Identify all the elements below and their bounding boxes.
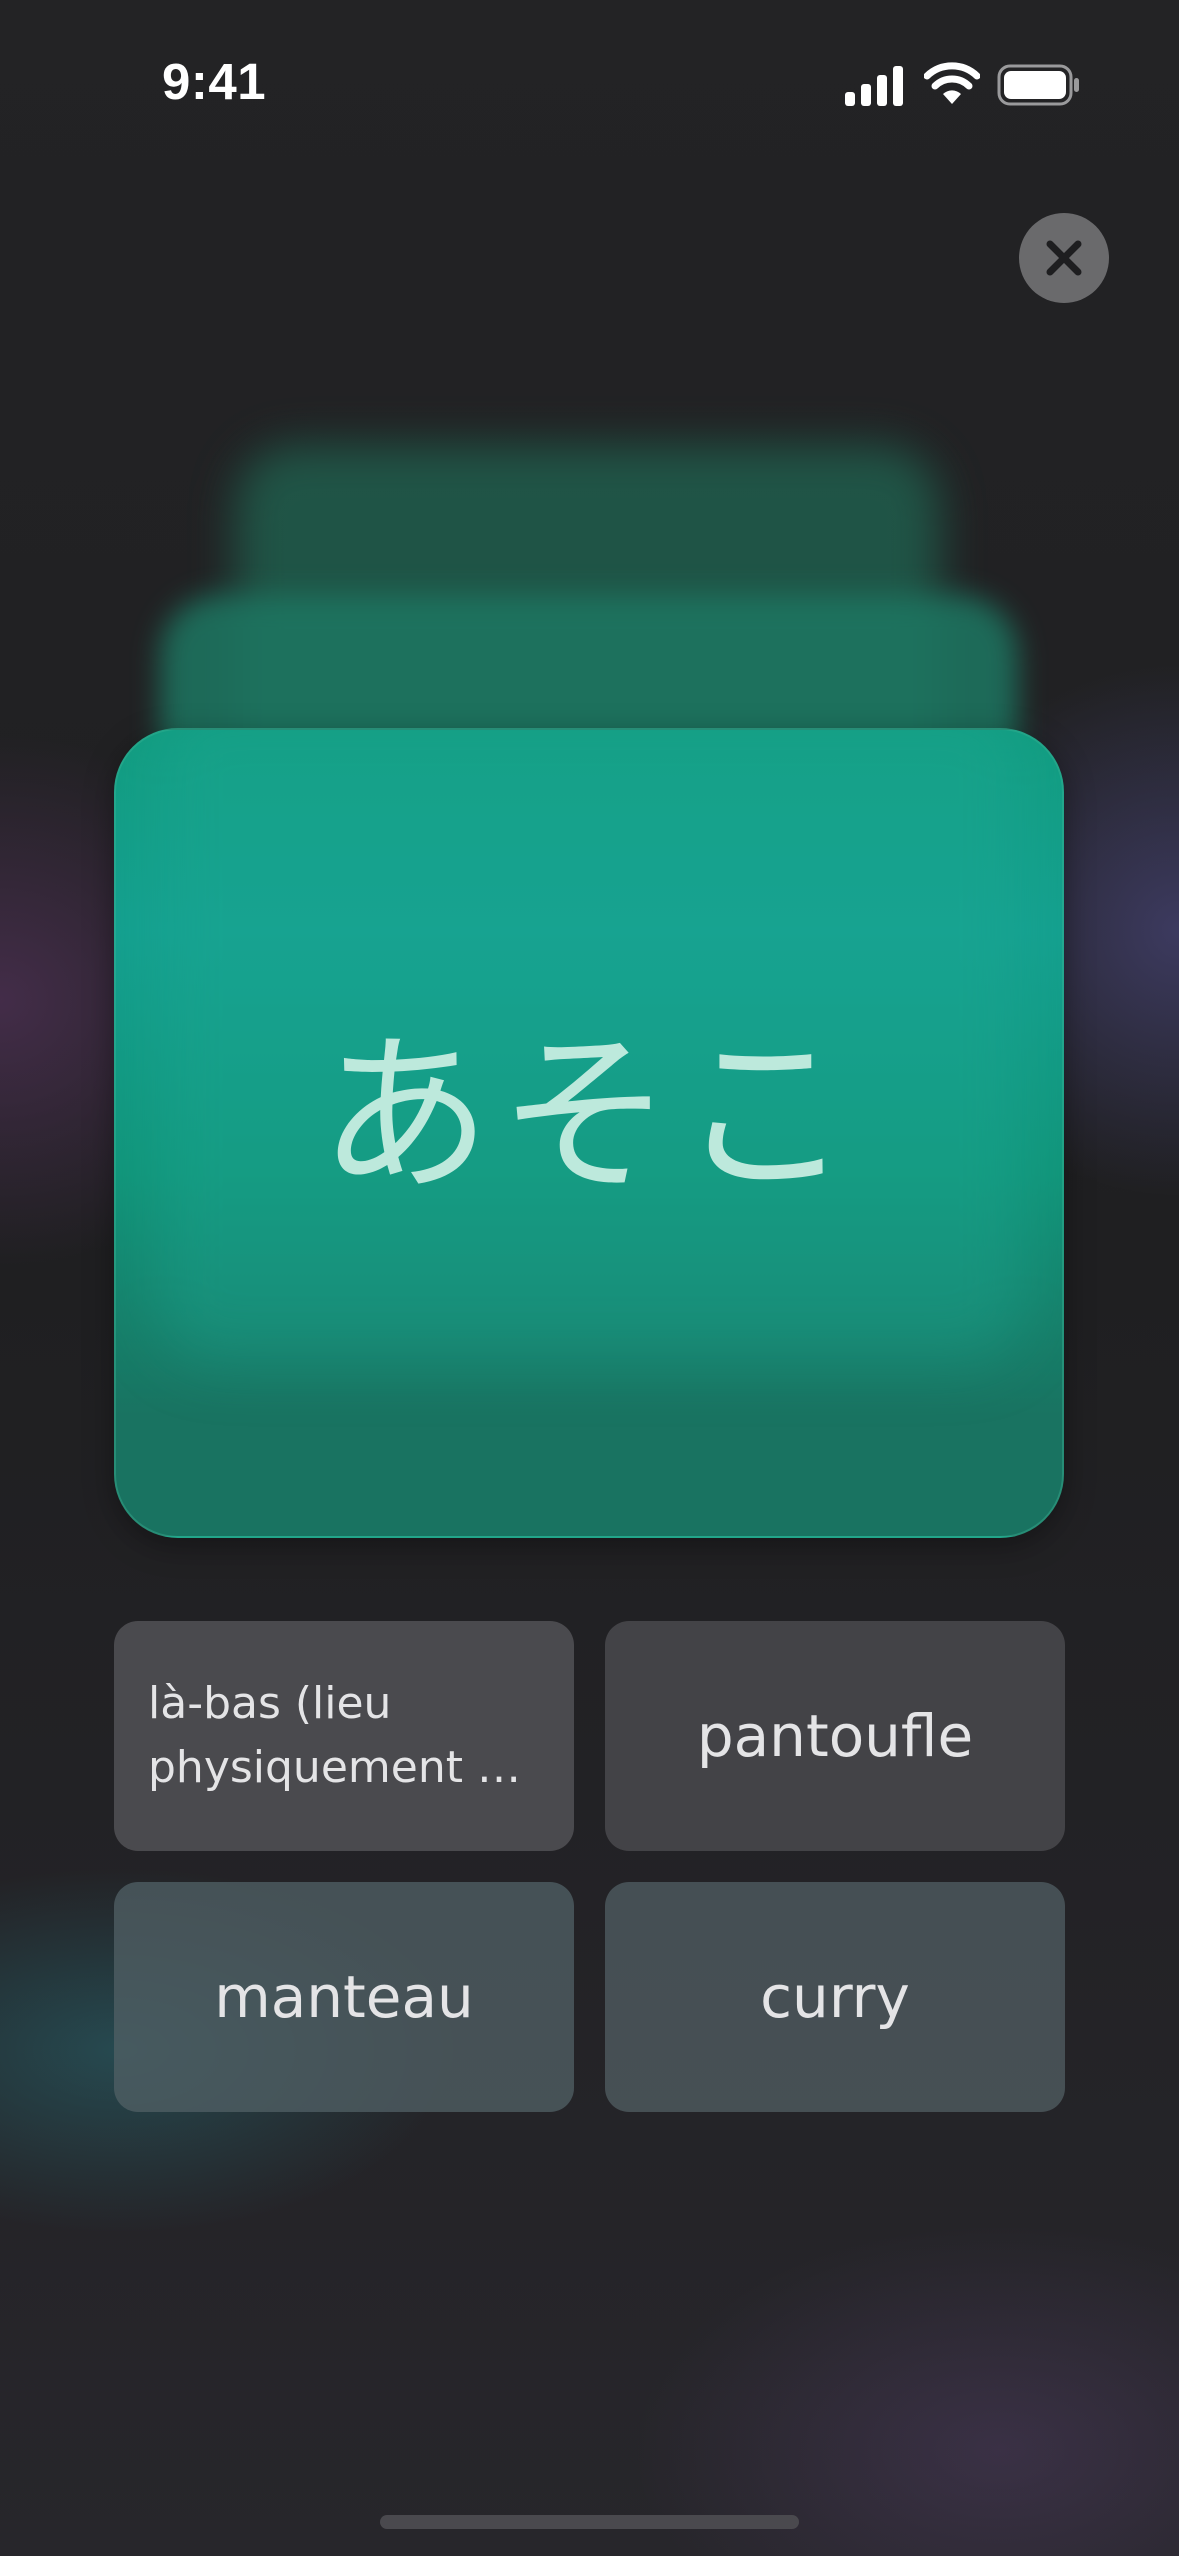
status-time: 9:41 <box>162 53 267 110</box>
answer-option-label: curry <box>760 1963 910 2031</box>
answer-option-3[interactable]: manteau <box>114 1882 574 2112</box>
close-button[interactable] <box>1019 213 1109 303</box>
wifi-icon <box>924 62 980 104</box>
answer-option-label: pantoufle <box>696 1702 974 1770</box>
flashcard[interactable]: あそこ <box>114 728 1064 1538</box>
close-icon <box>1046 240 1082 276</box>
answer-option-4[interactable]: curry <box>605 1882 1065 2112</box>
home-indicator[interactable] <box>380 2515 799 2529</box>
cellular-signal-icon <box>845 66 903 106</box>
status-bar: 9:41 <box>0 0 1179 150</box>
answer-option-label: manteau <box>214 1963 474 2031</box>
answer-option-label: là-bas (lieu physiquement él... <box>148 1678 548 1793</box>
flashcard-term: あそこ <box>319 1015 859 1216</box>
battery-icon <box>997 64 1079 106</box>
answer-option-2[interactable]: pantoufle <box>605 1621 1065 1851</box>
answer-option-1[interactable]: là-bas (lieu physiquement él... <box>114 1621 574 1851</box>
